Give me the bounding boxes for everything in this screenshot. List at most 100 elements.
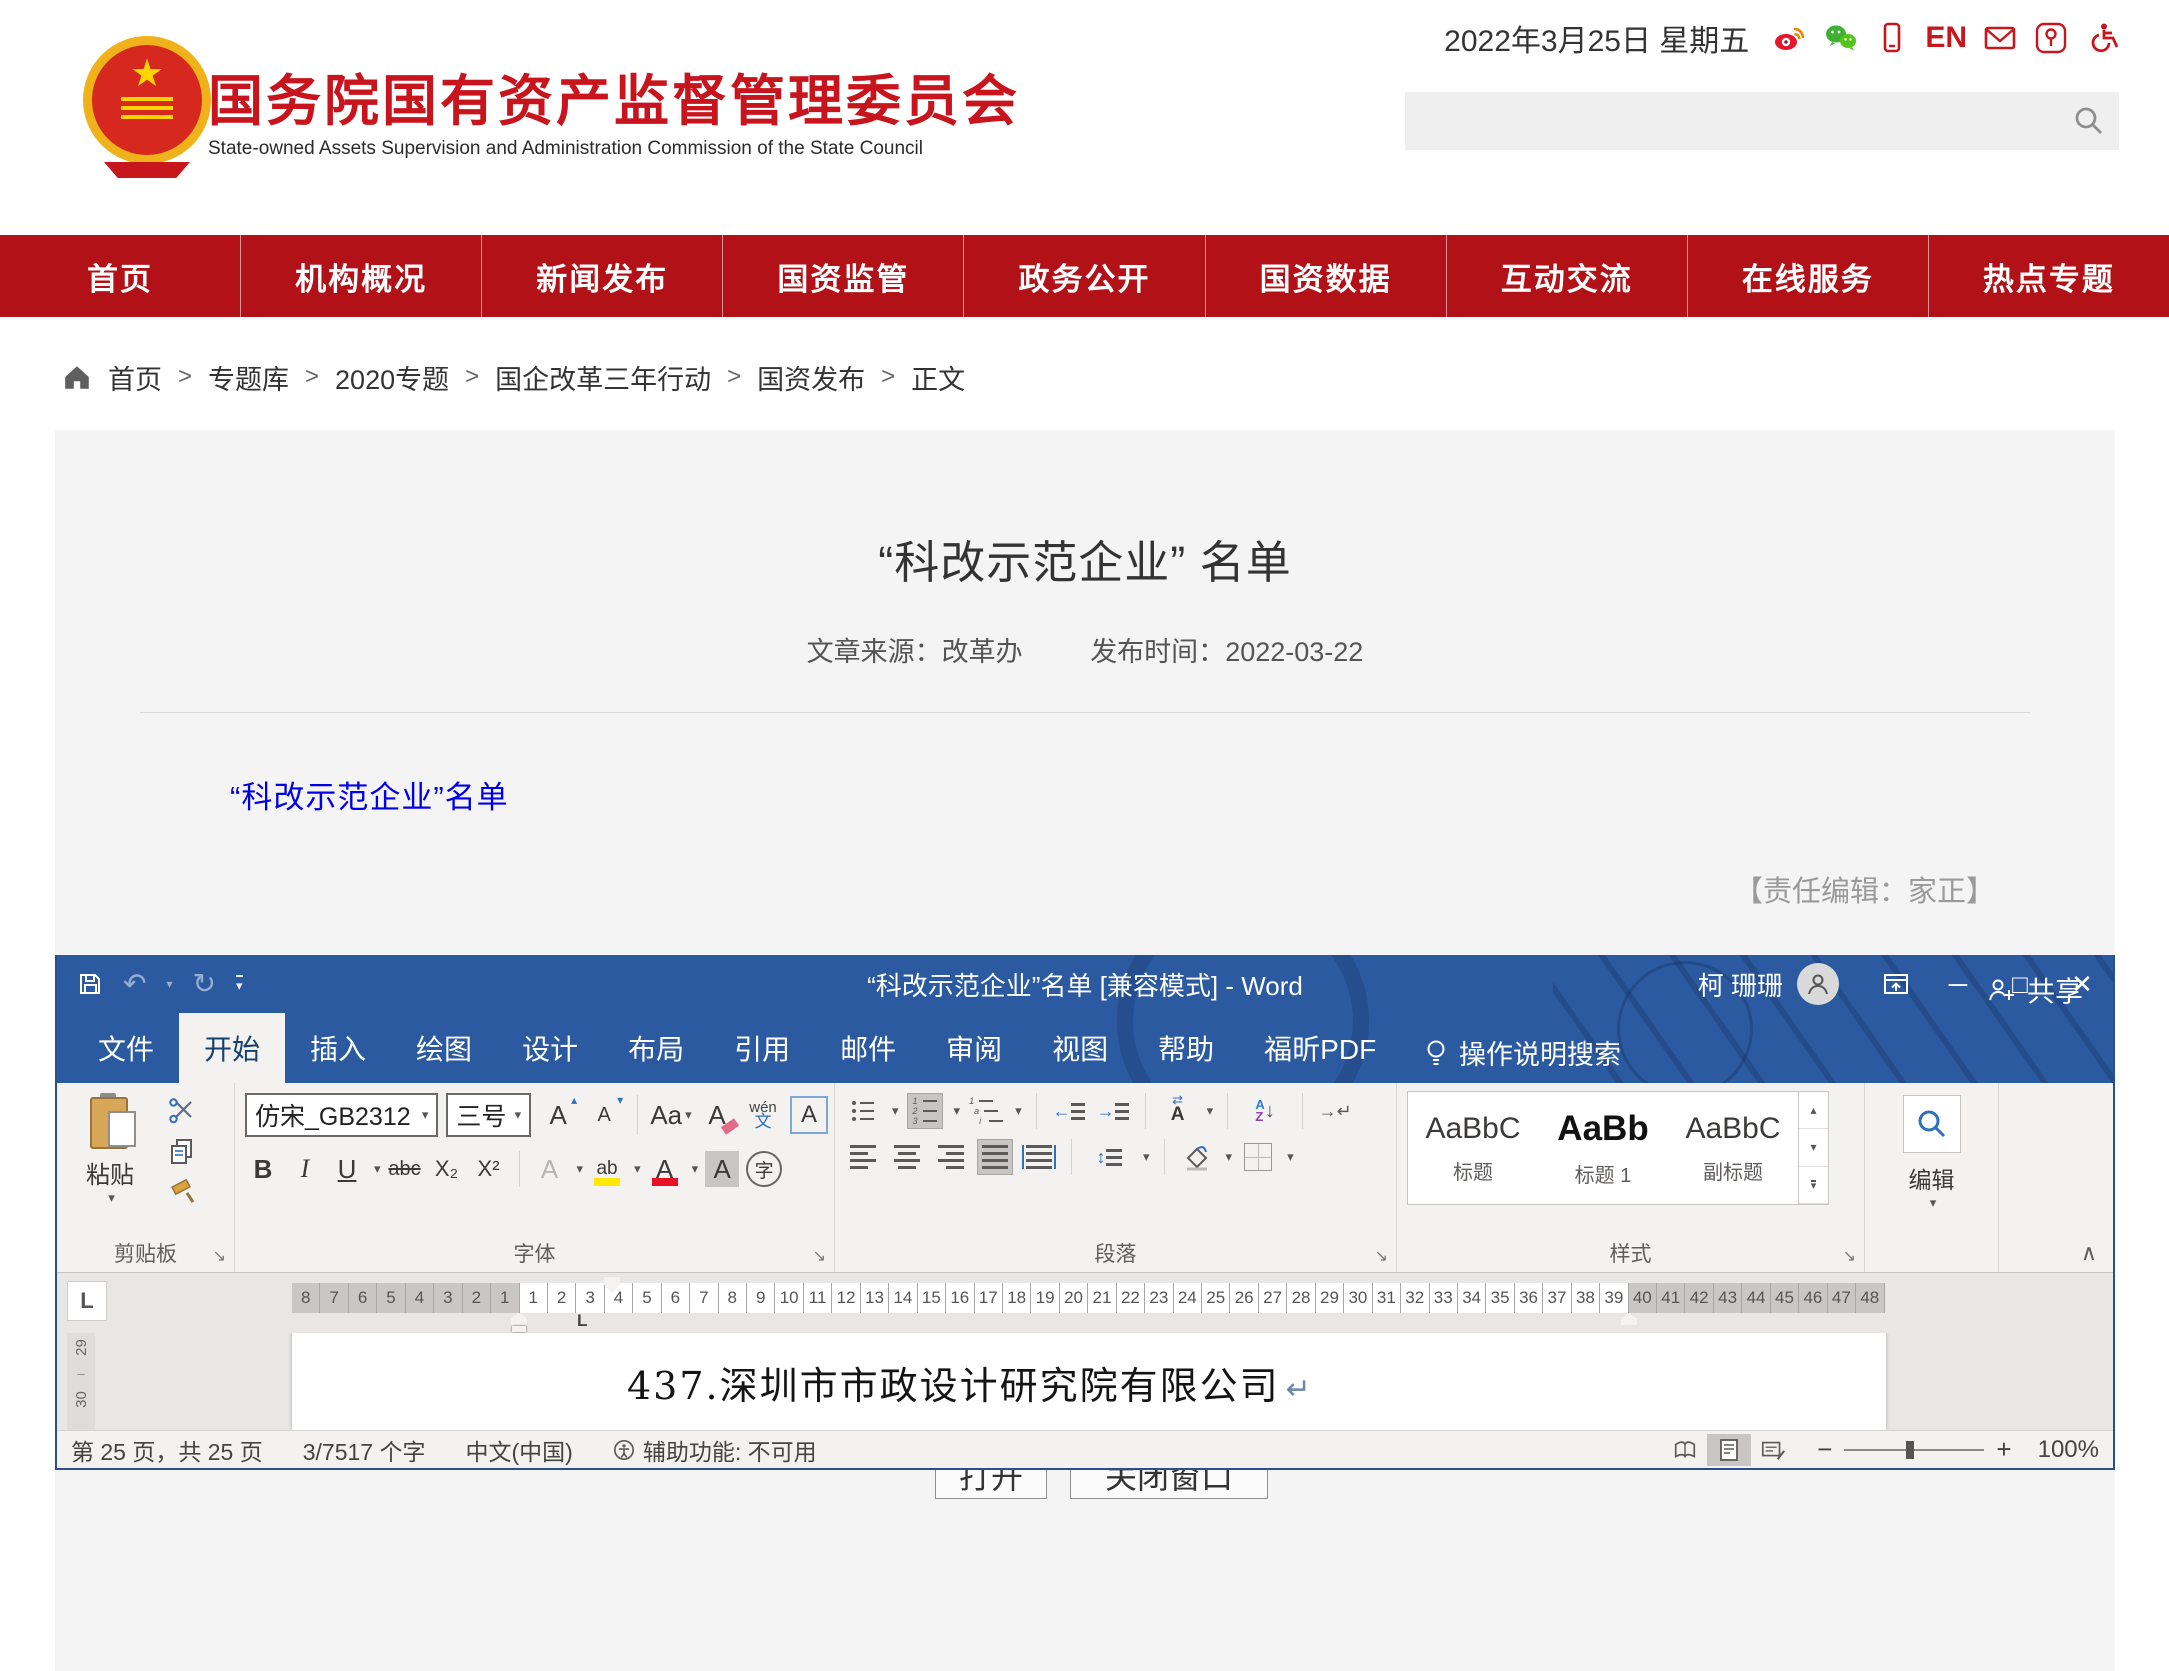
breadcrumb-item[interactable]: 正文 (911, 358, 965, 397)
zoom-out-icon[interactable]: − (1817, 1434, 1832, 1465)
search-input[interactable] (1405, 92, 2059, 150)
asian-layout-dropdown-icon[interactable]: ▾ (1207, 1103, 1214, 1119)
nav-item-热点专题[interactable]: 热点专题 (1929, 235, 2169, 317)
wechat-icon[interactable] (1823, 21, 1859, 55)
collapse-ribbon-icon[interactable]: ∧ (2081, 1240, 2097, 1266)
sort-icon[interactable]: AZ ↓ (1242, 1093, 1288, 1129)
tab-布局[interactable]: 布局 (603, 1013, 709, 1083)
signed-in-user[interactable]: 柯 珊珊 (1698, 966, 1783, 1003)
nav-item-国资数据[interactable]: 国资数据 (1206, 235, 1447, 317)
paragraph-dialog-launcher-icon[interactable]: ↘ (1375, 1246, 1388, 1266)
tab-引用[interactable]: 引用 (709, 1013, 815, 1083)
left-indent-marker[interactable] (512, 1326, 526, 1332)
change-case-button[interactable]: Aa▾ (652, 1095, 690, 1135)
font-name-select[interactable]: 仿宋_GB2312▾ (245, 1093, 438, 1137)
tab-插入[interactable]: 插入 (285, 1013, 391, 1083)
tab-设计[interactable]: 设计 (497, 1013, 603, 1083)
borders-dropdown-icon[interactable]: ▾ (1287, 1149, 1294, 1165)
hanging-indent-marker[interactable] (511, 1313, 527, 1325)
tab-开始[interactable]: 开始 (179, 1013, 285, 1083)
read-mode-icon[interactable] (1663, 1434, 1707, 1466)
user-avatar[interactable] (1797, 963, 1839, 1005)
tell-me-search[interactable]: 操作说明搜索 (1423, 1033, 1621, 1072)
underline-button[interactable]: U (329, 1149, 365, 1189)
find-button[interactable] (1903, 1095, 1961, 1153)
align-left-icon[interactable] (845, 1139, 881, 1175)
print-layout-icon[interactable] (1707, 1434, 1751, 1466)
search-icon[interactable] (2059, 92, 2119, 150)
subscript-button[interactable]: X₂ (429, 1149, 465, 1189)
style-item-副标题[interactable]: AaBbC副标题 (1668, 1092, 1798, 1204)
line-spacing-dropdown-icon[interactable]: ▾ (1143, 1149, 1150, 1165)
font-size-select[interactable]: 三号▾ (446, 1093, 531, 1137)
ribbon-display-options-icon[interactable] (1865, 955, 1927, 1013)
mail-icon[interactable] (1982, 21, 2018, 55)
cut-icon[interactable] (167, 1097, 197, 1125)
nav-item-互动交流[interactable]: 互动交流 (1447, 235, 1688, 317)
clear-formatting-button[interactable]: A (698, 1095, 736, 1135)
save-icon[interactable] (77, 971, 103, 997)
text-effects-dropdown-icon[interactable]: ▾ (577, 1161, 584, 1177)
tab-福昕PDF[interactable]: 福昕PDF (1239, 1013, 1401, 1083)
maximize-icon[interactable]: □ (1989, 955, 2051, 1013)
numbering-icon[interactable]: 1 2 3 (907, 1093, 943, 1129)
increase-indent-icon[interactable]: → (1095, 1093, 1131, 1129)
multilevel-list-icon[interactable]: 1 a i (968, 1093, 1004, 1129)
close-window-button-partial[interactable]: 关闭窗口 (1070, 1470, 1268, 1499)
weibo-icon[interactable] (1772, 21, 1808, 55)
breadcrumb-item[interactable]: 专题库 (208, 358, 289, 397)
undo-icon[interactable]: ↶ (123, 970, 146, 998)
home-icon[interactable] (62, 362, 92, 392)
redo-icon[interactable]: ↻ (193, 970, 216, 998)
language-toggle[interactable]: EN (1925, 21, 1967, 55)
borders-icon[interactable] (1240, 1139, 1276, 1175)
styles-scroll-down-icon[interactable]: ▾ (1799, 1129, 1828, 1166)
attachment-link[interactable]: “科改示范企业”名单 (230, 772, 509, 817)
nav-item-政务公开[interactable]: 政务公开 (964, 235, 1205, 317)
align-right-icon[interactable] (933, 1139, 969, 1175)
bullets-icon[interactable] (845, 1093, 881, 1129)
font-color-dropdown-icon[interactable]: ▾ (692, 1161, 699, 1177)
character-border-button[interactable]: A (790, 1095, 828, 1135)
open-button-partial[interactable]: 打开 (935, 1470, 1047, 1499)
styles-scroll-up-icon[interactable]: ▴ (1799, 1092, 1828, 1129)
highlight-dropdown-icon[interactable]: ▾ (634, 1161, 641, 1177)
nav-item-国资监管[interactable]: 国资监管 (723, 235, 964, 317)
multilevel-dropdown-icon[interactable]: ▾ (1015, 1103, 1022, 1119)
tab-绘图[interactable]: 绘图 (391, 1013, 497, 1083)
nav-item-首页[interactable]: 首页 (0, 235, 241, 317)
nav-item-新闻发布[interactable]: 新闻发布 (482, 235, 723, 317)
tab-stop-marker[interactable]: L (577, 1311, 587, 1331)
tab-邮件[interactable]: 邮件 (815, 1013, 921, 1083)
italic-button[interactable]: I (287, 1149, 323, 1189)
close-icon[interactable]: ✕ (2051, 955, 2113, 1013)
accessibility-status[interactable]: 辅助功能: 不可用 (613, 1433, 817, 1467)
copy-icon[interactable] (167, 1137, 197, 1167)
page-indicator[interactable]: 第 25 页，共 25 页 (71, 1433, 263, 1467)
nav-item-机构概况[interactable]: 机构概况 (241, 235, 482, 317)
web-layout-icon[interactable] (1751, 1434, 1795, 1466)
superscript-button[interactable]: X² (471, 1149, 507, 1189)
zoom-slider[interactable] (1844, 1449, 1984, 1451)
breadcrumb-item[interactable]: 国企改革三年行动 (495, 358, 711, 397)
show-marks-icon[interactable]: →↵ (1317, 1093, 1353, 1129)
tab-审阅[interactable]: 审阅 (921, 1013, 1027, 1083)
breadcrumb-item[interactable]: 国资发布 (757, 358, 865, 397)
align-center-icon[interactable] (889, 1139, 925, 1175)
undo-dropdown-icon[interactable]: ▾ (166, 977, 172, 991)
zoom-slider-thumb[interactable] (1906, 1441, 1914, 1459)
phonetic-guide-button[interactable]: wén文 (744, 1095, 782, 1135)
clipboard-dialog-launcher-icon[interactable]: ↘ (213, 1246, 226, 1266)
character-shading-button[interactable]: A (704, 1149, 740, 1189)
decrease-indent-icon[interactable]: ← (1051, 1093, 1087, 1129)
styles-dialog-launcher-icon[interactable]: ↘ (1843, 1246, 1856, 1266)
text-effects-button[interactable]: A (532, 1149, 568, 1189)
zoom-in-icon[interactable]: + (1996, 1434, 2011, 1465)
grow-font-button[interactable]: A▴ (539, 1095, 577, 1135)
line-spacing-icon[interactable]: ↕ (1086, 1139, 1132, 1175)
word-count[interactable]: 3/7517 个字 (303, 1433, 426, 1467)
style-item-标题[interactable]: AaBbC标题 (1408, 1092, 1538, 1204)
editing-dropdown-icon[interactable]: ▾ (1930, 1195, 1937, 1211)
mobile-icon[interactable] (1874, 21, 1910, 55)
style-item-标题 1[interactable]: AaBb标题 1 (1538, 1092, 1668, 1204)
